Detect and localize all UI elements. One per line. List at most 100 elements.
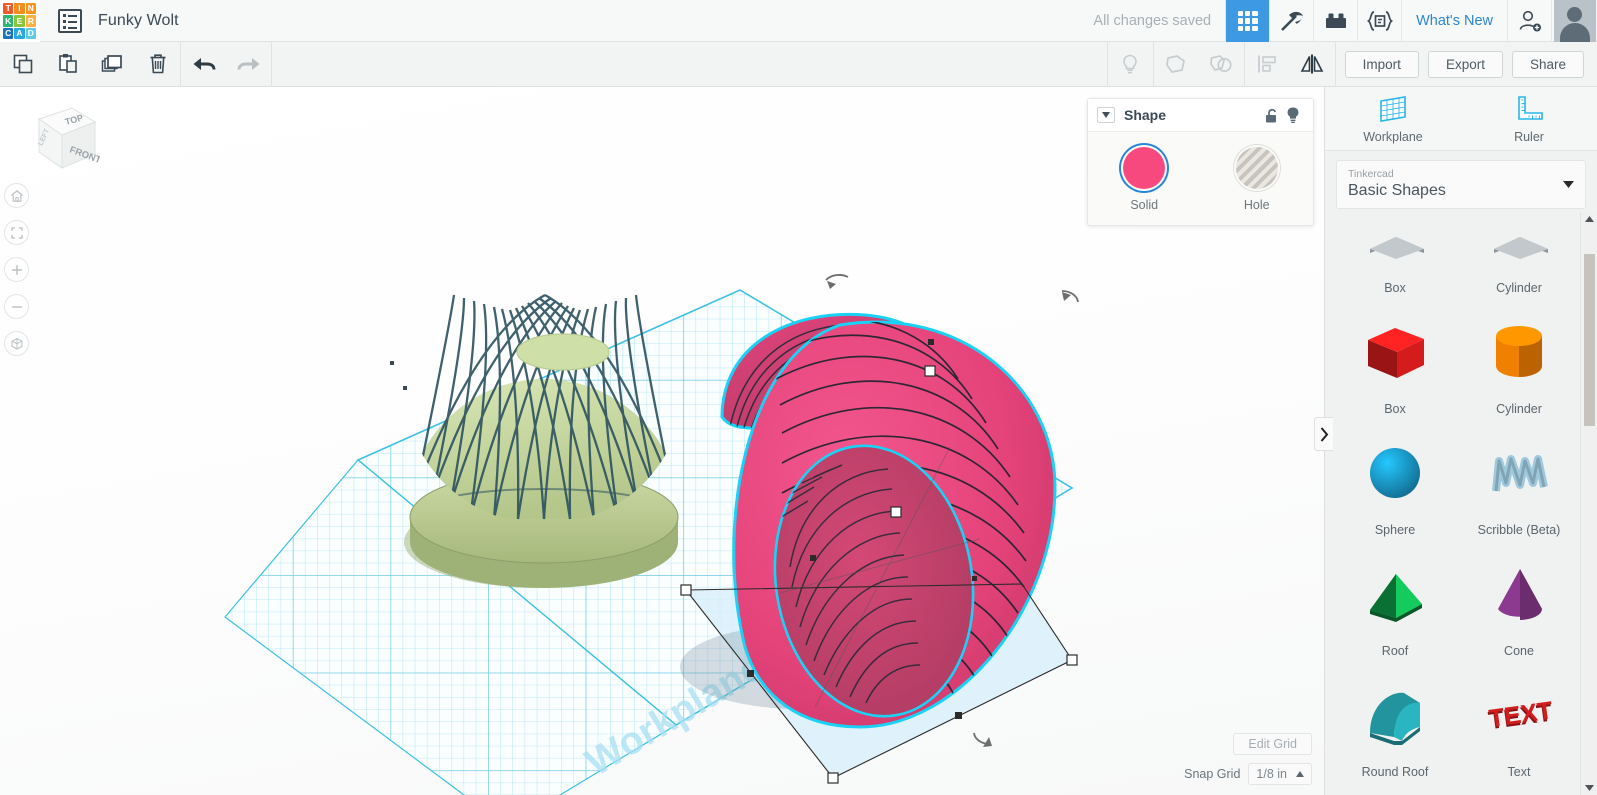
workplane-tool[interactable]: Workplane <box>1325 87 1461 150</box>
copy-button[interactable] <box>0 42 45 87</box>
scroll-up-button[interactable] <box>1581 212 1597 226</box>
project-list-icon[interactable] <box>58 9 82 33</box>
share-button[interactable]: Share <box>1511 50 1584 78</box>
group-button[interactable] <box>1154 42 1199 87</box>
shape-library-dropdown[interactable]: Tinkercad Basic Shapes <box>1336 160 1586 210</box>
tinkercad-logo[interactable]: TINKERCAD <box>0 0 40 42</box>
solid-label: Solid <box>1130 198 1159 212</box>
minecraft-button[interactable] <box>1269 0 1313 42</box>
grid-controls: Edit Grid Snap Grid 1/8 in <box>1184 733 1312 785</box>
shape-item-label: Cone <box>1504 644 1534 658</box>
resize-handle[interactable] <box>1066 654 1078 666</box>
whats-new-button[interactable]: What's New <box>1401 0 1507 42</box>
undo-arrow-icon <box>193 58 215 70</box>
logo-tile-d: D <box>25 27 36 39</box>
hole-pattern-swatch[interactable] <box>1235 147 1278 189</box>
home-view-button[interactable] <box>4 183 29 208</box>
shape-item-box[interactable]: Box <box>1333 225 1457 302</box>
height-handle[interactable] <box>924 365 936 377</box>
fit-to-view-button[interactable] <box>4 220 29 245</box>
import-button[interactable]: Import <box>1344 50 1419 78</box>
snap-grid-select[interactable]: 1/8 in <box>1248 763 1312 785</box>
midpoint-handle[interactable] <box>747 670 754 677</box>
lightbulb-icon <box>1123 54 1137 74</box>
logo-tile-c: C <box>3 27 14 39</box>
scroll-down-button[interactable] <box>1581 781 1597 795</box>
shape-panel-header: Shape <box>1088 99 1313 132</box>
hole-label: Hole <box>1243 198 1270 212</box>
scrollbar-thumb[interactable] <box>1584 254 1595 426</box>
lightbulb-icon <box>1287 107 1299 123</box>
ungroup-button[interactable] <box>1199 42 1244 87</box>
plus-icon <box>11 264 22 275</box>
shape-item-scribble-beta[interactable]: Scribble (Beta) <box>1457 423 1581 544</box>
trash-icon <box>150 54 165 74</box>
snap-grid-value: 1/8 in <box>1256 767 1287 781</box>
invite-people-button[interactable] <box>1507 0 1551 42</box>
shape-item-partial-10[interactable] <box>1333 786 1457 795</box>
project-title[interactable]: Funky Wolt <box>98 12 179 30</box>
shape-item-cylinder[interactable]: Cylinder <box>1457 225 1581 302</box>
ruler-tool[interactable]: Ruler <box>1461 87 1597 150</box>
home-icon <box>10 189 23 202</box>
paste-button[interactable] <box>45 42 90 87</box>
resize-handle[interactable] <box>680 584 692 596</box>
mirror-flip-icon <box>1300 54 1324 74</box>
shape-item-label: Cylinder <box>1496 281 1542 295</box>
logo-tile-r: R <box>25 15 36 27</box>
perspective-toggle-button[interactable] <box>4 331 29 356</box>
edit-grid-button[interactable]: Edit Grid <box>1233 733 1312 755</box>
zoom-in-button[interactable] <box>4 257 29 282</box>
shapes-grid[interactable]: Box Cylinder Box Cylinder Sphere Scribbl… <box>1325 225 1597 795</box>
delete-button[interactable] <box>135 42 180 87</box>
midpoint-handle[interactable] <box>955 712 962 719</box>
blocks-button[interactable] <box>1313 0 1357 42</box>
grid-view-button[interactable] <box>1225 0 1270 42</box>
cube-perspective-icon <box>11 337 22 350</box>
view-cube[interactable]: TOP FRONT LEFT <box>14 100 103 178</box>
app-header: TINKERCAD Funky Wolt All changes saved W… <box>0 0 1597 42</box>
rotate-handle-top[interactable] <box>825 274 849 281</box>
wedge-icon <box>1333 786 1457 795</box>
center-handle[interactable] <box>890 506 902 518</box>
align-button[interactable] <box>1245 42 1290 87</box>
hint-button[interactable] <box>1108 42 1153 87</box>
chevron-down-icon <box>1563 180 1574 188</box>
shape-item-partial-11[interactable] <box>1457 786 1581 795</box>
code-blocks-button[interactable] <box>1357 0 1401 42</box>
redo-button[interactable] <box>226 42 271 87</box>
triangle-up-icon <box>1296 771 1304 777</box>
undo-button[interactable] <box>181 42 226 87</box>
grid-icon <box>1237 11 1258 31</box>
user-account-button[interactable] <box>1551 0 1597 42</box>
code-brackets-icon <box>1366 11 1393 31</box>
shape-lock-button[interactable] <box>1260 107 1282 124</box>
shape-item-label: Box <box>1384 402 1406 416</box>
shape-item-box[interactable]: Box <box>1333 302 1457 423</box>
hole-option[interactable]: Hole <box>1201 147 1314 212</box>
cylinder-clipped-top-icon <box>1457 225 1581 279</box>
minus-icon <box>11 305 22 308</box>
snap-grid-label: Snap Grid <box>1184 767 1241 781</box>
edit-tools-group <box>0 42 180 87</box>
shape-item-sphere[interactable]: Sphere <box>1333 423 1457 544</box>
resize-handle[interactable] <box>827 772 839 784</box>
shape-item-round-roof[interactable]: Round Roof <box>1333 665 1457 786</box>
shape-item-cone[interactable]: Cone <box>1457 544 1581 665</box>
duplicate-button[interactable] <box>90 42 135 87</box>
shape-item-text[interactable]: TEXT TEXT Text <box>1457 665 1581 786</box>
workplane-grid-icon <box>1380 95 1406 122</box>
mirror-button[interactable] <box>1290 42 1335 87</box>
shape-item-label: Cylinder <box>1496 402 1542 416</box>
sidebar-collapse-button[interactable] <box>1314 417 1333 451</box>
zoom-out-button[interactable] <box>4 294 29 319</box>
shape-item-cylinder[interactable]: Cylinder <box>1457 302 1581 423</box>
shape-highlight-button[interactable] <box>1282 106 1304 124</box>
shape-panel-collapse-button[interactable] <box>1097 107 1115 123</box>
sidebar-scrollbar[interactable] <box>1580 212 1597 795</box>
shape-item-roof[interactable]: Roof <box>1333 544 1457 665</box>
solid-option[interactable]: Solid <box>1088 147 1201 212</box>
export-button[interactable]: Export <box>1427 50 1503 78</box>
solid-color-swatch[interactable] <box>1123 147 1166 189</box>
shape-item-label: Sphere <box>1374 523 1416 537</box>
